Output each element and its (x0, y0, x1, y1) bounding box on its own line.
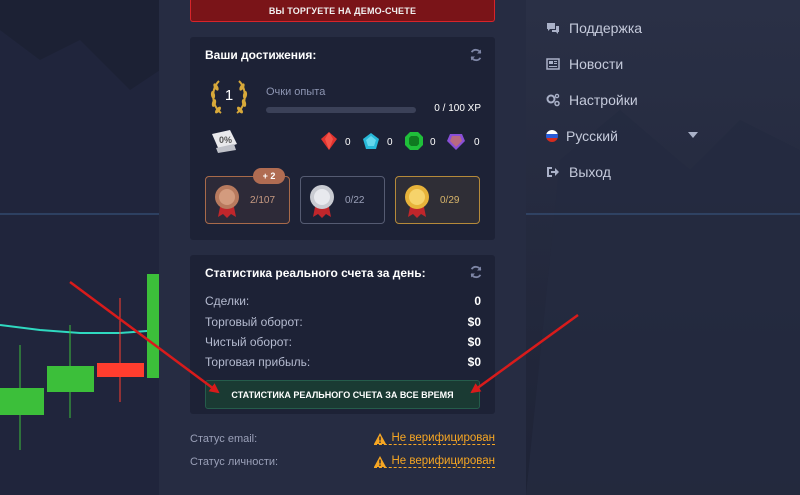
daily-stats-card: Статистика реального счета за день: Сдел… (190, 255, 495, 414)
gold-medal-count: 0/29 (440, 195, 460, 206)
stat-label: Сделки: (205, 294, 250, 308)
percent-tag-icon: 0% (212, 130, 237, 153)
menu-label: Настройки (569, 92, 638, 108)
silver-medal-card[interactable]: 0/22 (300, 176, 385, 224)
email-status-text: Не верифицирован (391, 432, 495, 444)
menu-label: Поддержка (569, 20, 643, 36)
menu-item-language[interactable]: Русский (546, 126, 618, 146)
stats-title: Статистика реального счета за день: (205, 266, 426, 280)
russia-flag-icon (546, 130, 558, 142)
identity-status-text: Не верифицирован (391, 455, 495, 467)
silver-medal-count: 0/22 (345, 195, 365, 206)
profile-panel: ВЫ ТОРГУЕТЕ НА ДЕМО-СЧЕТЕ Ваши достижени… (159, 0, 526, 495)
stat-label: Торговый оборот: (205, 315, 303, 329)
refresh-icon[interactable] (469, 48, 483, 62)
red-gem-icon (321, 132, 337, 150)
stat-value: $0 (467, 315, 481, 329)
purple-gem-icon (447, 134, 465, 150)
refresh-icon[interactable] (469, 265, 483, 279)
level-number: 1 (224, 87, 234, 104)
email-status-row: Статус email: Не верифицирован (190, 431, 495, 449)
red-gem-count: 0 (345, 137, 351, 148)
stat-row-deals: Сделки: 0 (205, 294, 481, 310)
newspaper-icon (546, 58, 560, 70)
identity-status-label: Статус личности: (190, 456, 279, 468)
stat-row-net-turnover: Чистый оборот: $0 (205, 335, 481, 351)
demo-account-banner: ВЫ ТОРГУЕТЕ НА ДЕМО-СЧЕТЕ (190, 0, 495, 22)
blue-gem-count: 0 (387, 137, 393, 148)
svg-text:0%: 0% (219, 135, 232, 145)
gold-medal-icon (405, 185, 429, 218)
stat-row-turnover: Торговый оборот: $0 (205, 315, 481, 331)
medal-badge: + 2 (253, 168, 285, 184)
warning-icon (374, 432, 387, 444)
logout-icon (547, 167, 559, 177)
all-time-stats-button[interactable]: СТАТИСТИКА РЕАЛЬНОГО СЧЕТА ЗА ВСЕ ВРЕМЯ (205, 380, 480, 409)
achievements-title: Ваши достижения: (205, 48, 317, 62)
candle (97, 363, 144, 377)
green-gem-count: 0 (430, 137, 436, 148)
identity-status-row: Статус личности: Не верифицирован (190, 454, 495, 472)
silver-medal-icon (310, 185, 334, 218)
warning-icon (374, 455, 387, 467)
menu-item-settings[interactable]: Настройки (546, 90, 638, 110)
stat-value: $0 (467, 355, 481, 369)
menu-label: Выход (569, 164, 611, 180)
gears-icon (546, 93, 560, 107)
stat-label: Торговая прибыль: (205, 355, 311, 369)
xp-progress-bar (266, 107, 416, 113)
identity-status-link[interactable]: Не верифицирован (374, 455, 495, 468)
chevron-down-icon[interactable] (688, 132, 698, 138)
gold-medal-card[interactable]: 0/29 (395, 176, 480, 224)
bronze-medal-card[interactable]: + 2 2/107 (205, 168, 290, 224)
blue-gem-icon (363, 133, 379, 149)
email-status-link[interactable]: Не верифицирован (374, 432, 495, 445)
green-gem-icon (405, 132, 423, 150)
side-menu: Поддержка Новости Настройки Русский Выхо… (526, 0, 800, 495)
menu-item-support[interactable]: Поддержка (546, 18, 642, 38)
menu-label: Русский (566, 128, 618, 144)
stat-value: $0 (467, 335, 481, 349)
email-status-label: Статус email: (190, 433, 258, 445)
menu-label: Новости (569, 56, 624, 72)
xp-value: 0 / 100 XP (434, 103, 481, 114)
candle (0, 388, 44, 415)
achievements-card: Ваши достижения: 1 Очки опыта 0 / 100 XP… (190, 37, 495, 240)
candle (47, 366, 94, 392)
stat-value: 0 (474, 294, 481, 308)
menu-item-logout[interactable]: Выход (546, 162, 611, 182)
support-icon (547, 23, 559, 34)
menu-item-news[interactable]: Новости (546, 54, 623, 74)
bronze-medal-count: 2/107 (250, 195, 276, 206)
stat-row-profit: Торговая прибыль: $0 (205, 355, 481, 371)
xp-label: Очки опыта (266, 86, 326, 98)
bronze-medal-icon (215, 185, 239, 218)
purple-gem-count: 0 (474, 137, 480, 148)
stat-label: Чистый оборот: (205, 335, 292, 349)
